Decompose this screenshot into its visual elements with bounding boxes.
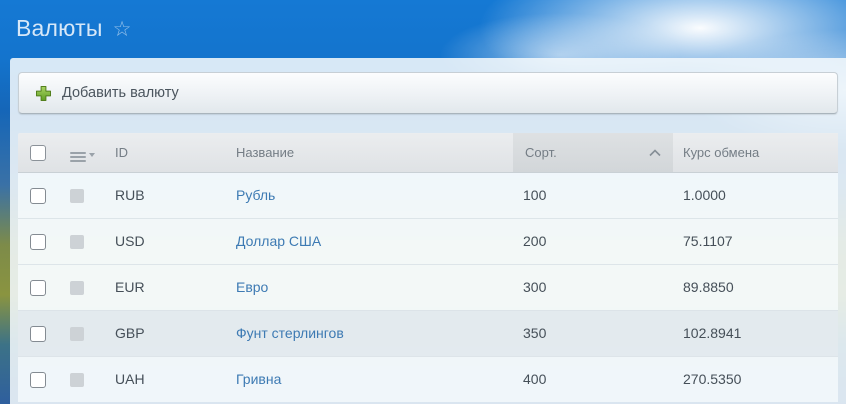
row-menu-icon[interactable] [70,327,84,341]
grid-settings-icon[interactable] [70,152,95,162]
cell-sort: 100 [513,172,673,218]
cell-id: UAH [105,356,226,402]
column-header-sort[interactable]: Сорт. [513,133,673,172]
column-header-name[interactable]: Название [226,133,513,172]
row-checkbox[interactable] [30,280,46,296]
currency-name-link[interactable]: Рубль [236,187,275,203]
table-row-gbp[interactable]: GBP Фунт стерлингов 350 102.8941 [18,310,838,356]
page-title: Валюты [16,15,103,42]
currency-table: ID Название Сорт. Курс обмена [18,133,838,402]
cell-sort: 350 [513,310,673,356]
toolbar: Добавить валюту [18,72,838,114]
row-checkbox[interactable] [30,326,46,342]
caret-down-icon [89,153,95,157]
table-row-usd[interactable]: USD Доллар США 200 75.1107 [18,218,838,264]
cell-rate: 89.8850 [673,264,838,310]
select-all-checkbox[interactable] [30,145,46,161]
currency-name-link[interactable]: Фунт стерлингов [236,325,344,341]
table-header-row: ID Название Сорт. Курс обмена [18,133,838,172]
table-row-rub[interactable]: RUB Рубль 100 1.0000 [18,172,838,218]
page-header: Валюты ☆ [16,8,131,48]
cell-rate: 270.5350 [673,356,838,402]
plus-icon [35,85,52,102]
table-row-uah[interactable]: UAH Гривна 400 270.5350 [18,356,838,402]
row-menu-icon[interactable] [70,281,84,295]
column-header-sort-label: Сорт. [525,145,557,160]
column-header-id-label: ID [115,145,128,160]
row-checkbox[interactable] [30,372,46,388]
column-header-rate[interactable]: Курс обмена [673,133,838,172]
cell-id: RUB [105,172,226,218]
row-checkbox[interactable] [30,188,46,204]
content-panel: Добавить валюту ID [10,58,846,404]
column-header-rate-label: Курс обмена [683,145,759,160]
row-checkbox[interactable] [30,234,46,250]
column-header-id[interactable]: ID [105,133,226,172]
currency-name-link[interactable]: Евро [236,279,268,295]
favorite-star-icon[interactable]: ☆ [113,19,132,40]
add-currency-button[interactable]: Добавить валюту [19,73,195,113]
cell-sort: 400 [513,356,673,402]
row-menu-icon[interactable] [70,373,84,387]
table-row-eur[interactable]: EUR Евро 300 89.8850 [18,264,838,310]
cell-rate: 1.0000 [673,172,838,218]
column-header-name-label: Название [236,145,294,160]
select-all-cell [18,133,60,172]
cell-sort: 300 [513,264,673,310]
sort-asc-icon [649,149,661,157]
hamburger-icon [70,152,86,162]
grid-settings-cell [60,133,105,172]
cell-sort: 200 [513,218,673,264]
cell-id: EUR [105,264,226,310]
currency-name-link[interactable]: Доллар США [236,233,321,249]
add-currency-label: Добавить валюту [62,85,179,101]
cell-id: GBP [105,310,226,356]
cell-rate: 75.1107 [673,218,838,264]
currency-name-link[interactable]: Гривна [236,371,281,387]
cell-rate: 102.8941 [673,310,838,356]
row-menu-icon[interactable] [70,235,84,249]
row-menu-icon[interactable] [70,189,84,203]
cell-id: USD [105,218,226,264]
